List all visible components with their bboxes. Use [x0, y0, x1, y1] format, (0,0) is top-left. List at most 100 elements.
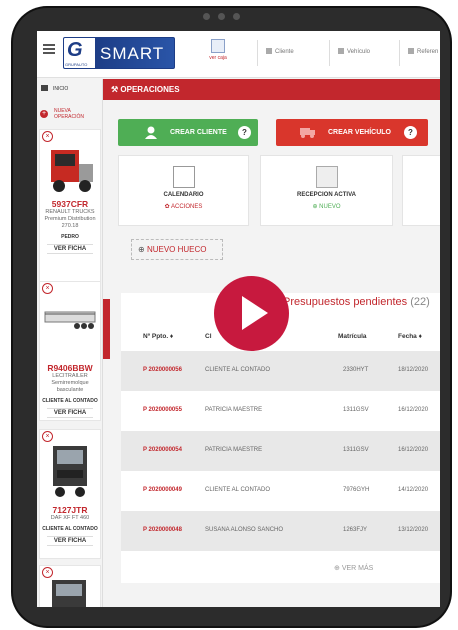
vehiculo-search-input[interactable]: Vehículo	[329, 40, 399, 66]
ver-mas-link[interactable]: ⊕ VER MÁS	[334, 564, 373, 572]
ver-ficha-button[interactable]: VER FICHA	[47, 536, 93, 546]
cliente-placeholder: Cliente	[275, 49, 294, 55]
ver-ficha-button[interactable]: VER FICHA	[47, 244, 93, 254]
wrench-icon: ⚒	[111, 85, 121, 94]
nuevo-link[interactable]: ⊕ NUEVO	[261, 203, 392, 210]
vehicle-card[interactable]: ×	[39, 565, 101, 607]
sidebar-collapse-tab[interactable]	[103, 299, 110, 359]
tile-partial[interactable]	[402, 155, 440, 226]
plus-circle-icon: ⊕	[334, 565, 342, 572]
table-row[interactable]: P 2020000056 CLIENTE AL CONTADO 2330HYT …	[121, 351, 440, 391]
help-icon[interactable]: ?	[238, 126, 251, 139]
cell-matricula: 1263FJY	[343, 527, 368, 533]
cell-cliente: PATRICIA MAESTRE	[205, 447, 263, 453]
cell-numero: P 2020000055	[143, 407, 182, 413]
cell-cliente: PATRICIA MAESTRE	[205, 407, 263, 413]
calendario-tile[interactable]: CALENDARIO ✿ ACCIONES	[118, 155, 249, 226]
panel-count: (22)	[410, 296, 430, 308]
help-icon[interactable]: ?	[404, 126, 417, 139]
ver-caja-button[interactable]: ver caja	[201, 35, 235, 71]
vehicle-plate: 5937CFR	[51, 199, 89, 209]
vehicle-owner: PEDRO	[61, 234, 79, 240]
referencia-search-input[interactable]: Referen	[399, 40, 440, 66]
recepcion-activa-tile[interactable]: RECEPCION ACTIVA ⊕ NUEVO	[260, 155, 393, 226]
table-row[interactable]: P 2020000054 PATRICIA MAESTRE 1311GSV 16…	[121, 431, 440, 471]
cell-numero: P 2020000048	[143, 527, 182, 533]
tile-title: RECEPCION ACTIVA	[296, 192, 356, 198]
panel-title-text: Presupuestos pendientes	[283, 296, 408, 308]
ver-caja-label: ver caja	[209, 55, 227, 61]
sidebar-item-inicio[interactable]: INICIO	[41, 85, 68, 92]
vehicle-owner: CLIENTE AL CONTADO	[42, 398, 98, 404]
crear-cliente-button[interactable]: CREAR CLIENTE ?	[118, 119, 258, 146]
col-cliente[interactable]: Cl	[205, 333, 212, 340]
menu-icon[interactable]	[43, 44, 55, 54]
vehicle-card[interactable]: × 5937CFR RENAULT TRUCKS Premium Distrib…	[39, 129, 101, 289]
cell-matricula: 7976GYH	[343, 487, 370, 493]
document-icon	[408, 48, 414, 54]
nueva-operacion-label: NUEVA OPERACIÓN	[54, 108, 85, 120]
truck-image	[51, 150, 93, 192]
nuevo-label: NUEVO	[319, 204, 341, 210]
logo-text: SMART	[100, 44, 165, 63]
camera-dot	[203, 13, 210, 20]
user-icon	[145, 126, 157, 139]
sidebar: INICIO + NUEVA OPERACIÓN × 5937CFR RENAU…	[37, 79, 103, 607]
plus-icon: +	[40, 110, 48, 118]
close-icon[interactable]: ×	[42, 131, 53, 142]
cell-fecha: 14/12/2020	[398, 487, 429, 493]
cell-matricula: 1311GSV	[343, 447, 369, 453]
trailer-image	[44, 311, 96, 329]
ver-ficha-button[interactable]: VER FICHA	[47, 408, 93, 418]
referencia-placeholder: Referen	[417, 49, 439, 55]
section-title: OPERACIONES	[120, 85, 180, 94]
close-icon[interactable]: ×	[42, 431, 53, 442]
brand-logo[interactable]: G GRUPAUTO SMART	[63, 37, 175, 69]
col-matricula[interactable]: Matrícula	[338, 333, 367, 340]
acciones-label: ACCIONES	[171, 204, 203, 210]
table-row[interactable]: P 2020000049 CLIENTE AL CONTADO 7976GYH …	[121, 471, 440, 511]
crear-vehiculo-label: CREAR VEHÍCULO	[328, 129, 392, 136]
truck-icon	[315, 166, 338, 188]
logo-g-icon: G	[67, 39, 83, 61]
close-icon[interactable]: ×	[42, 283, 53, 294]
cell-fecha: 16/12/2020	[398, 447, 429, 453]
vehicle-owner: CLIENTE AL CONTADO	[42, 526, 98, 532]
vehicle-card[interactable]: × R9406BBW LECITRAILER Semirremolque bas…	[39, 281, 101, 421]
vehicle-card[interactable]: × 7127JTR DAF XF FT 460 CLIENTE AL CONTA…	[39, 429, 101, 559]
cell-fecha: 18/12/2020	[398, 367, 429, 373]
crear-cliente-label: CREAR CLIENTE	[170, 129, 227, 136]
cliente-search-input[interactable]: Cliente	[257, 40, 329, 66]
ver-mas-label: VER MÁS	[341, 565, 374, 572]
table-row[interactable]: P 2020000048 SUSANA ALONSO SANCHO 1263FJ…	[121, 511, 440, 551]
cell-cliente: CLIENTE AL CONTADO	[205, 367, 271, 373]
truck-icon	[338, 48, 344, 54]
inicio-label: INICIO	[53, 86, 69, 92]
vehicle-plate: R9406BBW	[47, 363, 93, 373]
user-icon	[266, 48, 272, 54]
crear-vehiculo-button[interactable]: CREAR VEHÍCULO ?	[276, 119, 428, 146]
col-fecha[interactable]: Fecha ♦	[398, 333, 422, 340]
cell-numero: P 2020000056	[143, 367, 182, 373]
cell-cliente: SUSANA ALONSO SANCHO	[205, 527, 284, 533]
section-header: ⚒ OPERACIONES	[103, 79, 440, 100]
cash-register-icon	[211, 39, 225, 53]
col-label: Nº Ppto.	[143, 333, 169, 340]
logo-subtitle: GRUPAUTO	[65, 62, 88, 67]
vehicle-description: RENAULT TRUCKS Premium Distribution 270.…	[44, 209, 96, 229]
acciones-link[interactable]: ✿ ACCIONES	[119, 203, 248, 210]
vehicle-description: LECITRAILER Semirremolque basculante	[51, 373, 89, 393]
top-bar: G GRUPAUTO SMART ver caja Cliente Vehícu…	[37, 31, 440, 78]
table-row[interactable]: P 2020000055 PATRICIA MAESTRE 1311GSV 16…	[121, 391, 440, 431]
camera-dot	[218, 13, 225, 20]
close-icon[interactable]: ×	[42, 567, 53, 578]
panel-title: Presupuestos pendientes (22)	[283, 296, 430, 308]
play-button[interactable]	[214, 276, 289, 351]
vehicle-plate: 7127JTR	[52, 505, 88, 515]
nuevo-hueco-button[interactable]: ⊕ NUEVO HUECO	[131, 239, 223, 260]
tile-title: CALENDARIO	[163, 192, 204, 198]
col-numero[interactable]: Nº Ppto. ♦	[143, 333, 173, 340]
cell-cliente: CLIENTE AL CONTADO	[205, 487, 271, 493]
home-icon	[41, 85, 48, 91]
truck-icon	[300, 127, 316, 138]
